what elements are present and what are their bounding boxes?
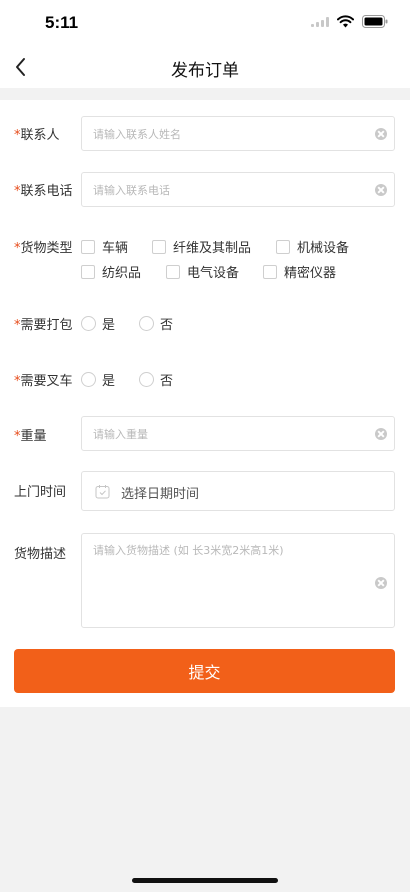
visit-time-label: 上门时间	[14, 485, 67, 500]
contact-label-text: 联系人	[20, 128, 60, 143]
signal-icon	[311, 16, 329, 27]
weight-placeholder: 请输入重量	[93, 428, 148, 441]
cargo-option-label: 机械设备	[297, 241, 350, 256]
contact-name-input[interactable]: 请输入联系人姓名	[81, 116, 395, 151]
nav-bar: 发布订单	[0, 46, 410, 88]
wifi-icon	[337, 15, 354, 28]
weight-label-text: 重量	[20, 429, 47, 444]
visit-time-picker[interactable]: 选择日期时间	[81, 471, 395, 511]
page-title: 发布订单	[171, 61, 239, 81]
weight-input[interactable]: 请输入重量	[81, 416, 395, 451]
radio-label: 是	[102, 374, 116, 389]
checkbox[interactable]	[152, 239, 166, 254]
cargo-option-fiber[interactable]: 纤维及其制品	[152, 237, 251, 256]
contact-placeholder: 请输入联系人姓名	[93, 128, 181, 141]
phone-label: *联系电话	[14, 180, 73, 199]
forklift-label-text: 需要叉车	[20, 374, 73, 389]
radio-label: 否	[160, 374, 174, 389]
clear-icon[interactable]	[375, 184, 387, 196]
description-label: 货物描述	[14, 547, 67, 562]
cargo-option-label: 纤维及其制品	[173, 241, 252, 256]
cargo-option-vehicle[interactable]: 车辆	[81, 237, 128, 256]
description-placeholder: 请输入货物描述 (如 长3米宽2米高1米)	[93, 544, 284, 557]
forklift-label: *需要叉车	[14, 370, 73, 389]
cargo-option-label: 电气设备	[187, 266, 240, 281]
visit-time-value: 选择日期时间	[121, 487, 200, 502]
cargo-type-label-text: 货物类型	[20, 241, 73, 256]
cargo-option-label: 纺织品	[102, 266, 142, 281]
cargo-option-label: 车辆	[102, 241, 129, 256]
clear-icon[interactable]	[375, 428, 387, 440]
battery-icon	[362, 15, 388, 28]
radio[interactable]	[139, 372, 154, 387]
checkbox[interactable]	[276, 239, 290, 254]
packing-label-text: 需要打包	[20, 318, 73, 333]
status-icons	[311, 15, 388, 28]
checkbox[interactable]	[166, 264, 180, 279]
cargo-option-machinery[interactable]: 机械设备	[276, 237, 349, 256]
radio-label: 否	[160, 318, 174, 333]
clear-icon[interactable]	[375, 128, 387, 140]
packing-no-radio[interactable]: 否	[139, 314, 173, 333]
status-time: 5:11	[45, 13, 79, 32]
cargo-option-textile[interactable]: 纺织品	[81, 262, 141, 281]
phone-placeholder: 请输入联系电话	[93, 184, 170, 197]
phone-label-text: 联系电话	[20, 184, 73, 199]
cargo-type-label: *货物类型	[14, 237, 73, 256]
radio[interactable]	[139, 316, 154, 331]
weight-label: *重量	[14, 425, 47, 444]
checkbox[interactable]	[263, 264, 277, 279]
status-bar: 5:11	[0, 0, 410, 46]
home-indicator	[132, 878, 278, 883]
packing-yes-radio[interactable]: 是	[81, 314, 115, 333]
cargo-option-label: 精密仪器	[284, 266, 337, 281]
cargo-option-electrical[interactable]: 电气设备	[166, 262, 239, 281]
cargo-option-precision-instruments[interactable]: 精密仪器	[263, 262, 336, 281]
phone-input[interactable]: 请输入联系电话	[81, 172, 395, 207]
radio-label: 是	[102, 318, 116, 333]
submit-button[interactable]: 提交	[14, 649, 395, 693]
description-textarea[interactable]: 请输入货物描述 (如 长3米宽2米高1米)	[81, 533, 395, 628]
radio[interactable]	[81, 372, 96, 387]
calendar-icon	[95, 485, 110, 499]
forklift-yes-radio[interactable]: 是	[81, 370, 115, 389]
checkbox[interactable]	[81, 239, 95, 254]
contact-label: *联系人	[14, 124, 60, 143]
clear-icon[interactable]	[375, 577, 387, 589]
packing-label: *需要打包	[14, 314, 73, 333]
radio[interactable]	[81, 316, 96, 331]
forklift-no-radio[interactable]: 否	[139, 370, 173, 389]
checkbox[interactable]	[81, 264, 95, 279]
